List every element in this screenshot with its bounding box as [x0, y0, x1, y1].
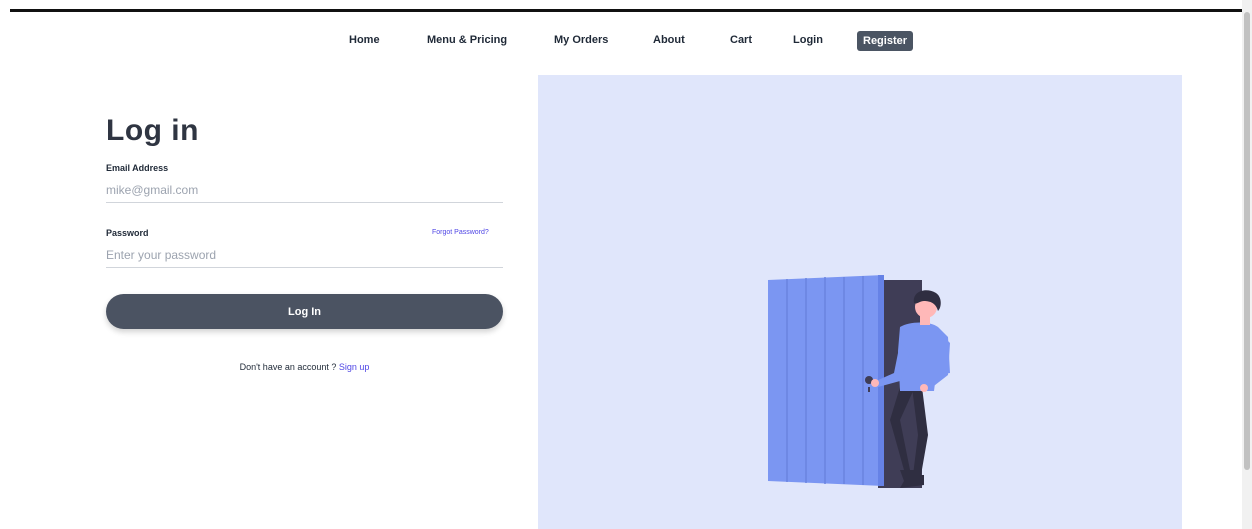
- forgot-password-link[interactable]: Forgot Password?: [432, 229, 489, 236]
- top-border: [10, 9, 1242, 12]
- keyhole: [868, 387, 870, 392]
- login-illustration: [538, 75, 1182, 529]
- nav-item-my-orders[interactable]: My Orders: [554, 34, 608, 46]
- main-nav: Home Menu & Pricing My Orders About Cart…: [0, 31, 1242, 51]
- page-scrollbar[interactable]: [1242, 0, 1252, 529]
- nav-item-home[interactable]: Home: [349, 34, 380, 46]
- page-title: Log in: [106, 114, 199, 147]
- email-label: Email Address: [106, 163, 169, 173]
- nav-item-cart[interactable]: Cart: [730, 34, 752, 46]
- password-label: Password: [106, 228, 149, 238]
- login-page: Home Menu & Pricing My Orders About Cart…: [0, 0, 1252, 529]
- nav-item-login[interactable]: Login: [793, 34, 823, 46]
- email-field[interactable]: [106, 178, 503, 203]
- scrollbar-thumb[interactable]: [1244, 12, 1250, 470]
- door-person-illustration: [768, 275, 950, 488]
- nav-item-menu-pricing[interactable]: Menu & Pricing: [427, 34, 507, 46]
- signup-prompt-text: Don't have an account ?: [239, 362, 337, 372]
- password-field[interactable]: [106, 243, 503, 268]
- signup-link[interactable]: Sign up: [339, 362, 370, 372]
- register-button[interactable]: Register: [857, 31, 914, 51]
- login-button[interactable]: Log In: [106, 294, 503, 329]
- nav-item-about[interactable]: About: [653, 34, 685, 46]
- signup-prompt: Don't have an account ? Sign up: [106, 362, 503, 372]
